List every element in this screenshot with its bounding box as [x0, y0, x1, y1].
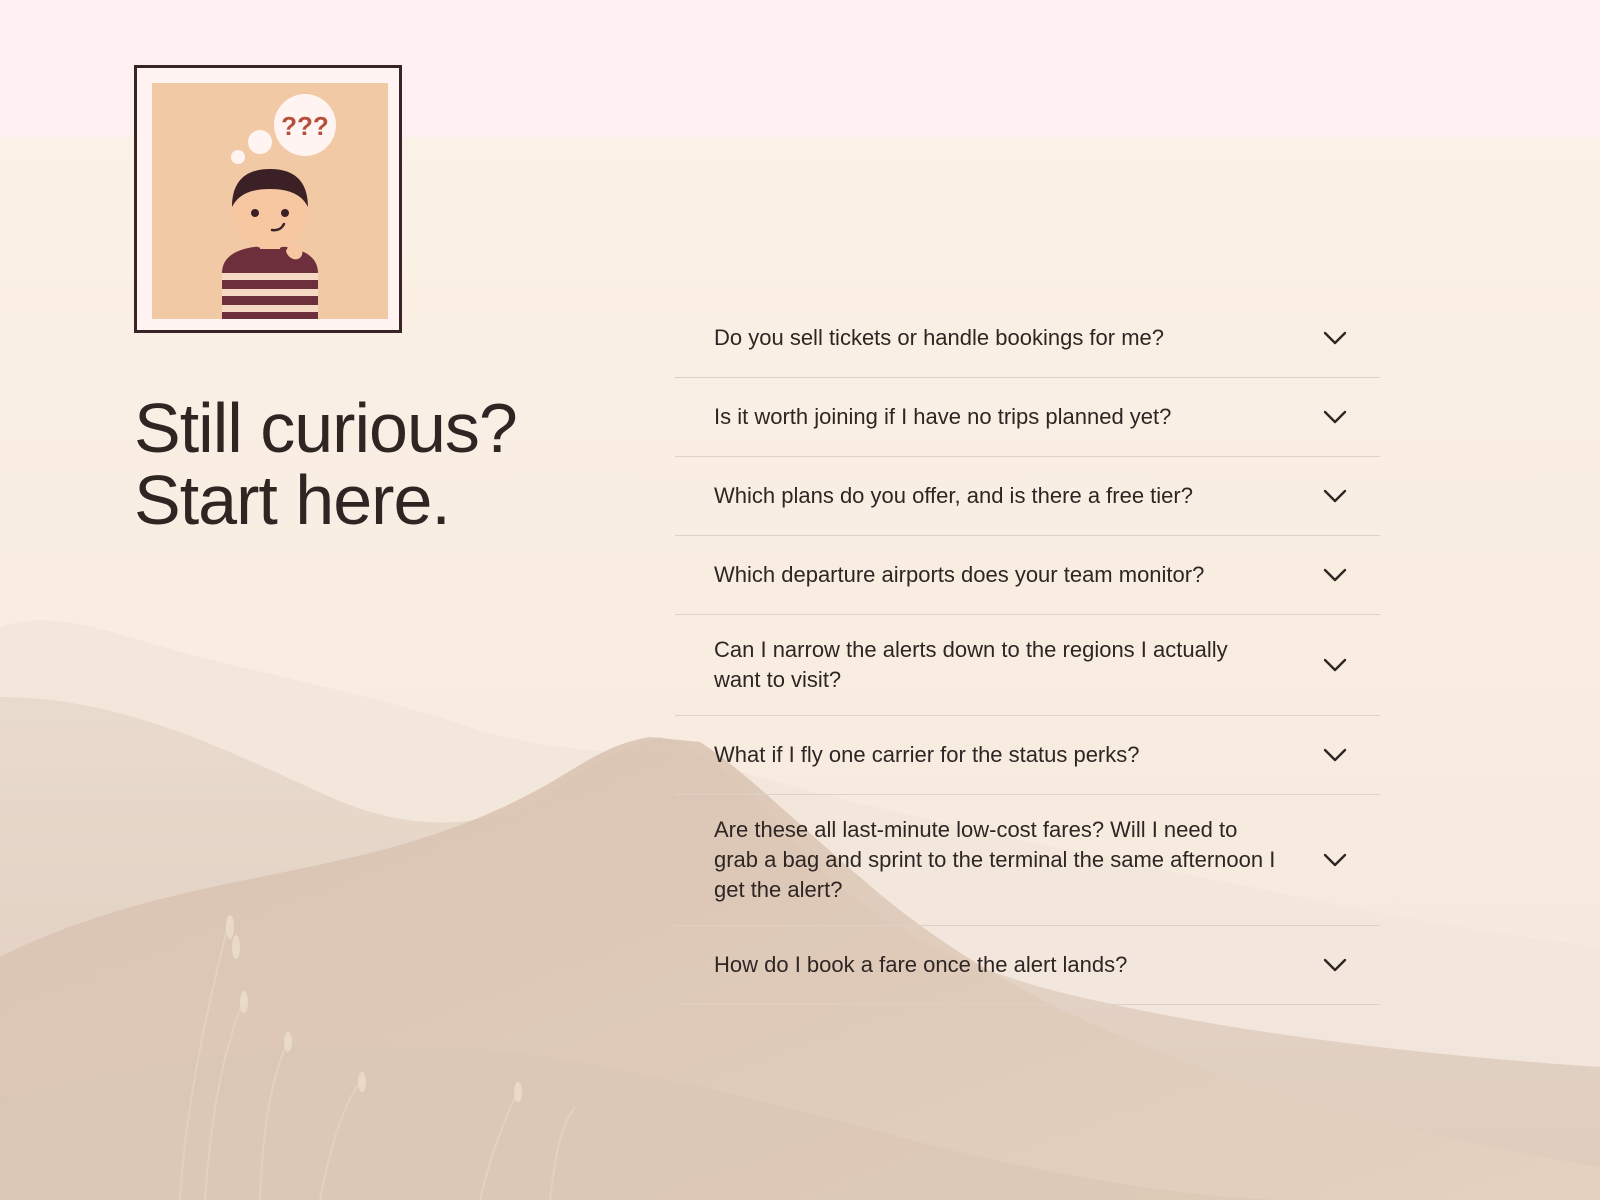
faq-question: Can I narrow the alerts down to the regi…	[714, 637, 1228, 692]
faq-accordion: Do you sell tickets or handle bookings f…	[675, 299, 1380, 1005]
page-title-line-1: Still curious?	[134, 389, 518, 467]
faq-item-airports[interactable]: Which departure airports does your team …	[675, 536, 1380, 615]
faq-item-regions[interactable]: Can I narrow the alerts down to the regi…	[675, 615, 1380, 716]
chevron-down-icon[interactable]	[1322, 329, 1348, 347]
page-title: Still curious? Start here.	[134, 389, 518, 539]
faq-question: Which departure airports does your team …	[714, 562, 1205, 587]
faq-item-bookings[interactable]: Do you sell tickets or handle bookings f…	[675, 299, 1380, 378]
thought-bubble-text: ???	[281, 111, 329, 141]
faq-question: How do I book a fare once the alert land…	[714, 952, 1128, 977]
faq-item-booking-fare[interactable]: How do I book a fare once the alert land…	[675, 926, 1380, 1005]
faq-item-plans[interactable]: Which plans do you offer, and is there a…	[675, 457, 1380, 536]
faq-question: Is it worth joining if I have no trips p…	[714, 404, 1172, 429]
chevron-down-icon[interactable]	[1322, 487, 1348, 505]
chevron-down-icon[interactable]	[1322, 746, 1348, 764]
faq-question: Are these all last-minute low-cost fares…	[714, 817, 1276, 902]
chevron-down-icon[interactable]	[1322, 956, 1348, 974]
faq-illustration-frame: ???	[134, 65, 402, 333]
faq-item-last-minute[interactable]: Are these all last-minute low-cost fares…	[675, 795, 1380, 926]
faq-item-carrier[interactable]: What if I fly one carrier for the status…	[675, 716, 1380, 795]
chevron-down-icon[interactable]	[1322, 566, 1348, 584]
faq-question: Do you sell tickets or handle bookings f…	[714, 325, 1165, 350]
chevron-down-icon[interactable]	[1322, 851, 1348, 869]
faq-question: Which plans do you offer, and is there a…	[714, 483, 1193, 508]
curious-person-illustration: ???	[152, 83, 388, 319]
faq-question: What if I fly one carrier for the status…	[714, 742, 1140, 767]
page-title-line-2: Start here.	[134, 461, 451, 539]
chevron-down-icon[interactable]	[1322, 656, 1348, 674]
chevron-down-icon[interactable]	[1322, 408, 1348, 426]
faq-item-worth-joining[interactable]: Is it worth joining if I have no trips p…	[675, 378, 1380, 457]
